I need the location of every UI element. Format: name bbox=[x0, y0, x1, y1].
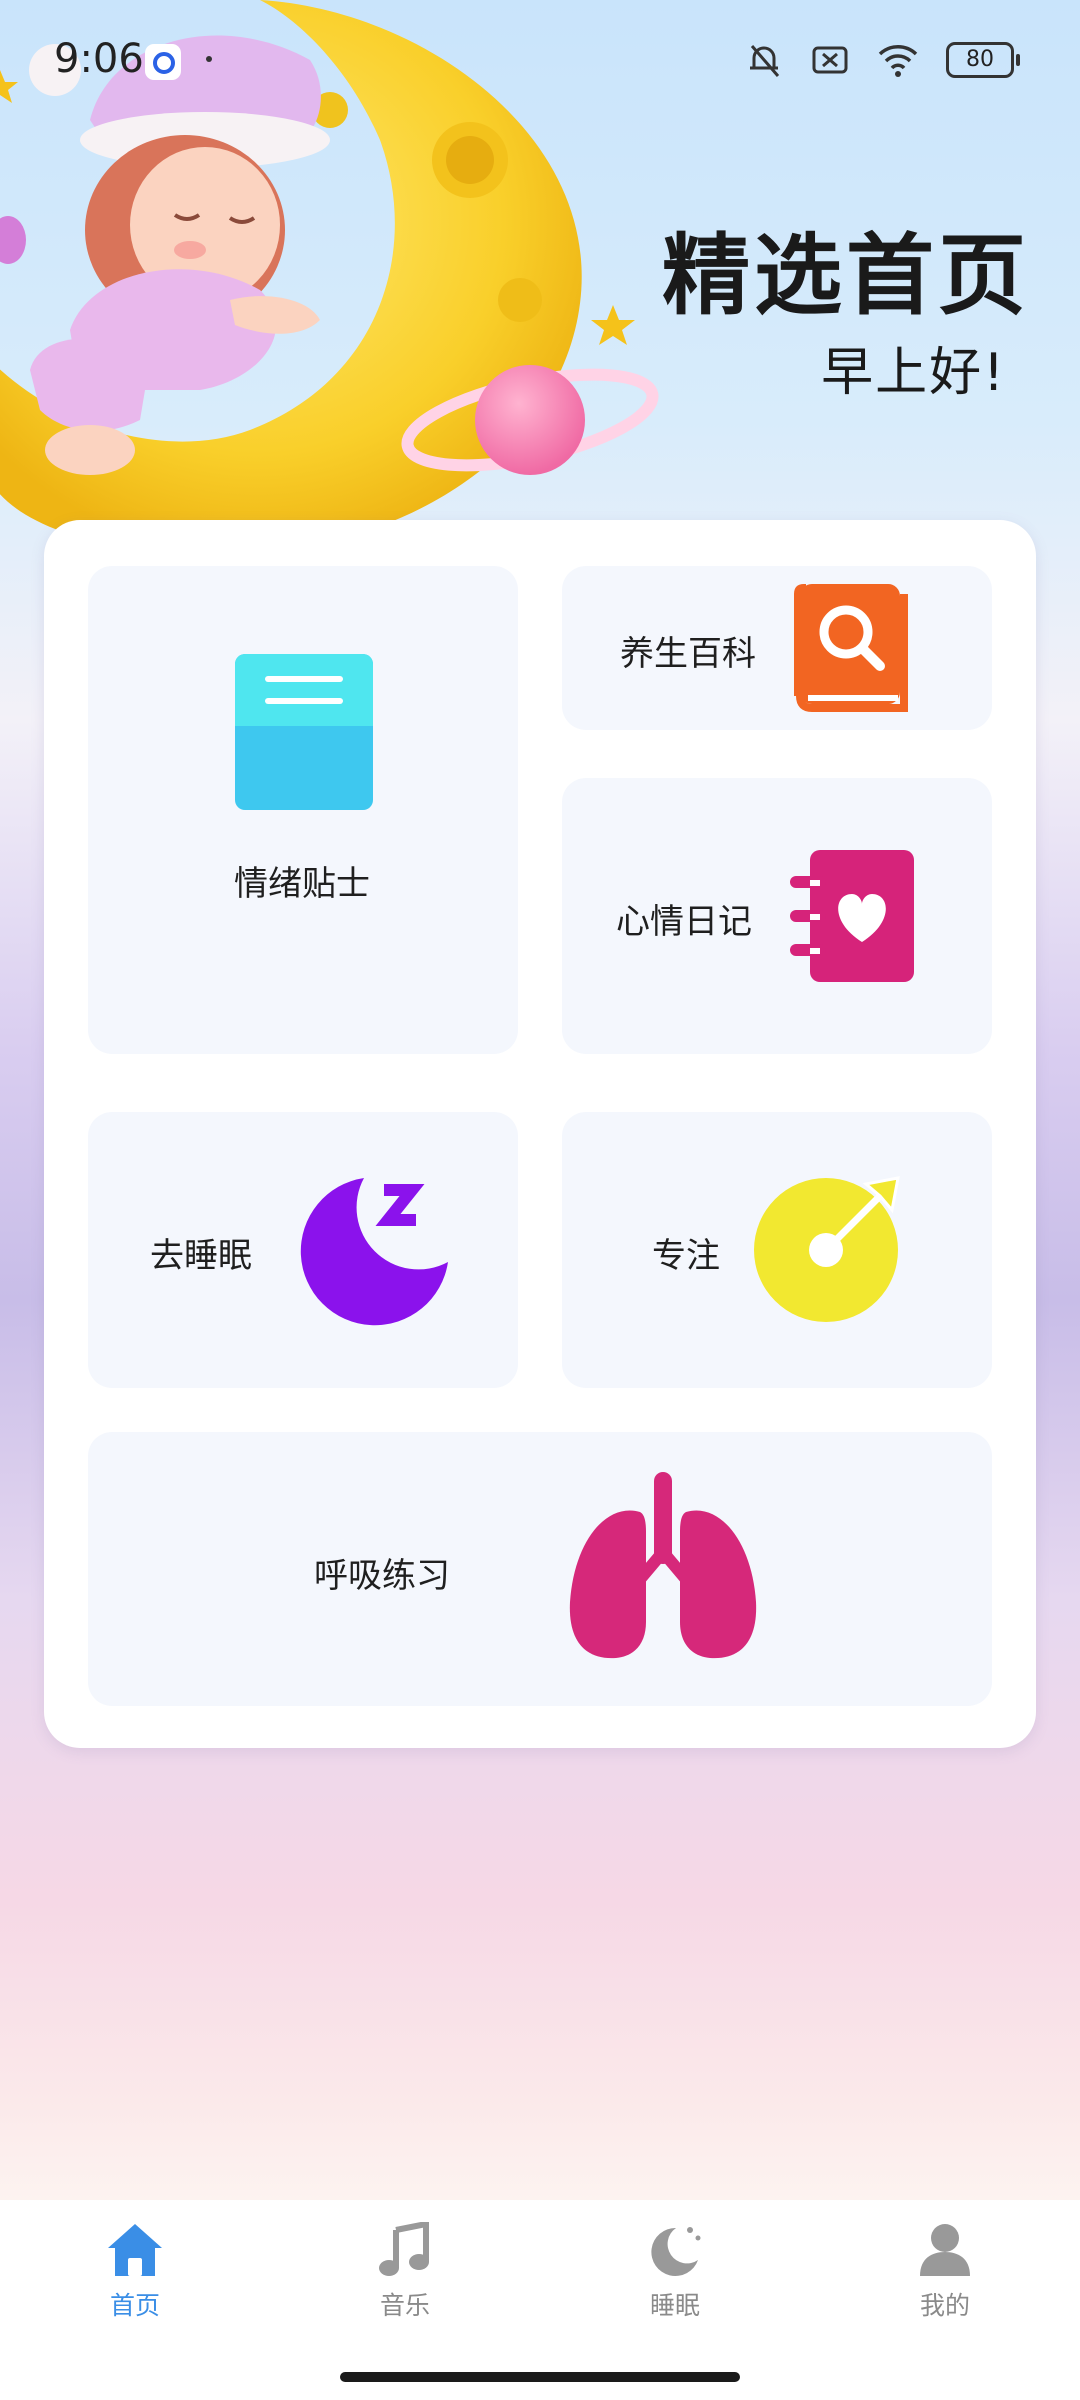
tile-health-encyclopedia[interactable]: 养生百科 bbox=[562, 566, 992, 730]
status-bar: 9:06 80 bbox=[0, 0, 1080, 120]
page-title: 精选首页 bbox=[661, 224, 1030, 327]
mute-bell-icon bbox=[750, 45, 780, 77]
focus-disc-icon bbox=[754, 1176, 900, 1322]
greeting-text: 早上好! bbox=[821, 343, 1006, 403]
status-icons: 80 bbox=[744, 40, 1020, 80]
moon-sleep-icon bbox=[300, 1178, 448, 1326]
tile-focus[interactable]: 专注 bbox=[562, 1112, 992, 1388]
bottom-nav: 首页 音乐 睡眠 我的 bbox=[0, 2200, 1080, 2400]
tile-label: 去睡眠 bbox=[150, 1236, 252, 1276]
notification-dot-icon bbox=[206, 56, 212, 62]
hero-banner: 9:06 80 精选首页 早上好! bbox=[0, 0, 1080, 560]
nav-home[interactable]: 首页 bbox=[45, 2222, 225, 2342]
lungs-icon bbox=[569, 1472, 757, 1659]
tile-go-sleep[interactable]: 去睡眠 bbox=[88, 1112, 518, 1388]
tile-mood-diary[interactable]: 心情日记 bbox=[562, 778, 992, 1054]
nav-label: 睡眠 bbox=[649, 2291, 700, 2320]
nav-label: 首页 bbox=[109, 2291, 160, 2320]
home-icon bbox=[108, 2224, 162, 2276]
music-note-icon bbox=[379, 2222, 429, 2276]
book-search-icon bbox=[794, 584, 908, 712]
tile-breathing-exercise[interactable]: 呼吸练习 bbox=[88, 1432, 992, 1706]
nav-music[interactable]: 音乐 bbox=[315, 2222, 495, 2342]
tile-label: 呼吸练习 bbox=[314, 1556, 450, 1596]
nav-label: 音乐 bbox=[379, 2291, 430, 2320]
tile-label: 心情日记 bbox=[616, 902, 752, 942]
heart-diary-icon bbox=[790, 850, 914, 982]
status-time: 9:06 bbox=[54, 36, 144, 82]
battery-icon: 80 bbox=[946, 42, 1020, 78]
nav-mine[interactable]: 我的 bbox=[855, 2222, 1035, 2342]
notebook-icon bbox=[235, 654, 373, 810]
moon-icon bbox=[651, 2227, 701, 2276]
home-indicator[interactable] bbox=[340, 2372, 740, 2382]
tile-label: 情绪贴士 bbox=[234, 864, 370, 904]
wifi-icon bbox=[878, 45, 918, 77]
app-notification-icon bbox=[145, 44, 181, 80]
feature-card: 情绪贴士 养生百科 心情日记 去睡眠 专注 呼吸练习 bbox=[44, 520, 1036, 1748]
tile-label: 养生百科 bbox=[620, 634, 756, 674]
user-icon bbox=[920, 2224, 970, 2276]
tile-label: 专注 bbox=[652, 1236, 720, 1276]
nav-label: 我的 bbox=[919, 2291, 970, 2320]
no-sim-icon bbox=[812, 46, 848, 74]
tile-emotion-tips[interactable]: 情绪贴士 bbox=[88, 566, 518, 1054]
nav-sleep[interactable]: 睡眠 bbox=[585, 2222, 765, 2342]
